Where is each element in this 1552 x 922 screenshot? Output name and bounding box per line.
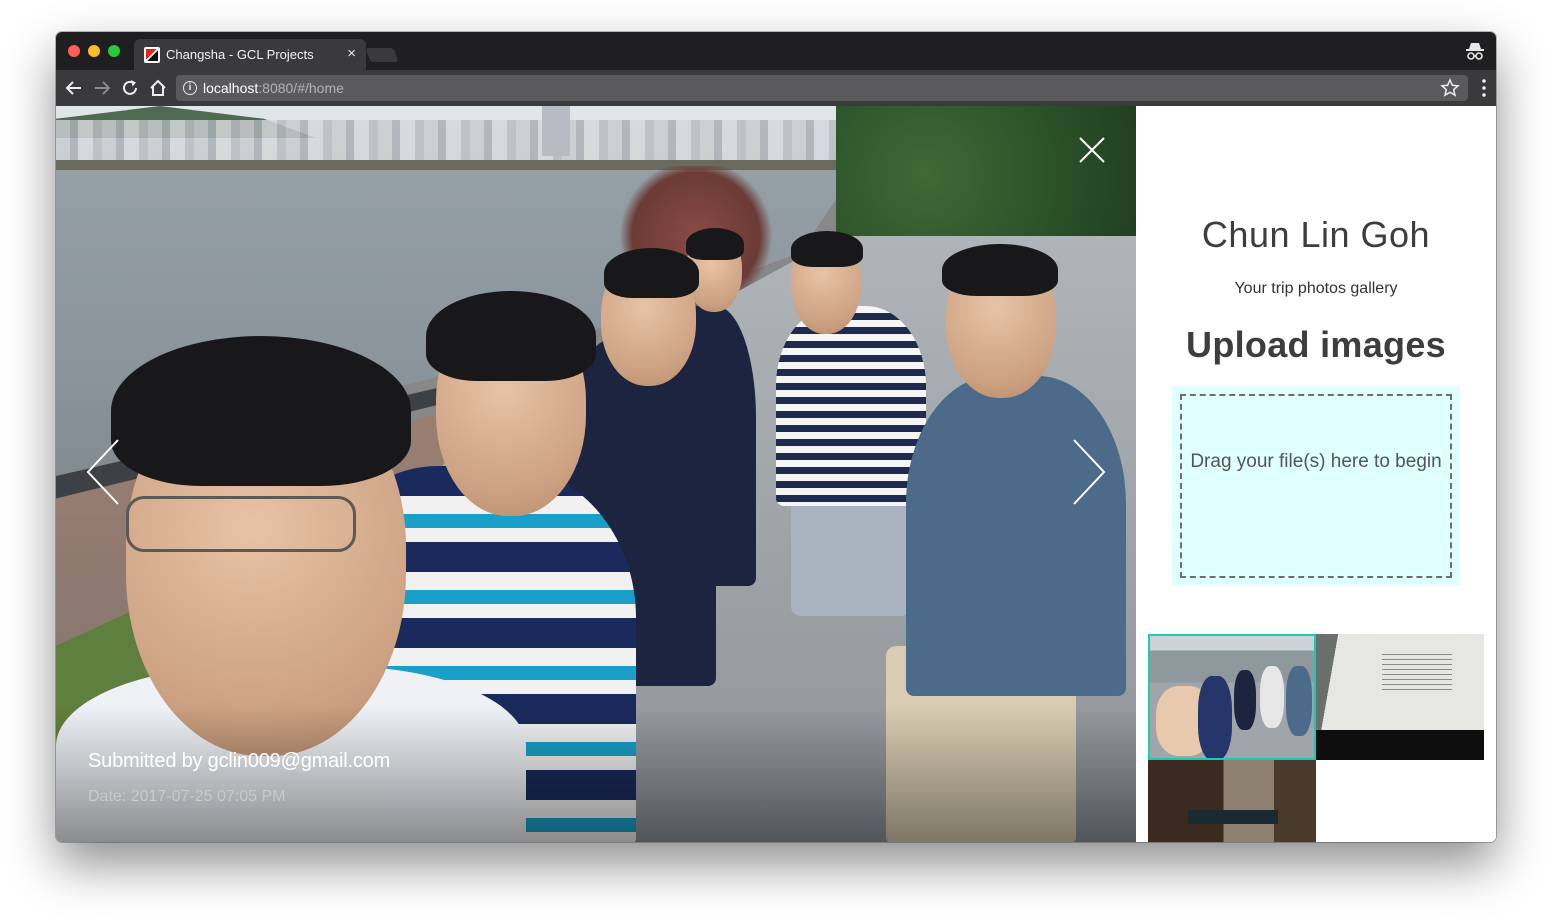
forward-icon[interactable] [90,76,114,100]
site-info-icon[interactable]: i [183,81,197,95]
reload-icon[interactable] [118,76,142,100]
thumbnail-figure [1286,666,1312,736]
person-shirt [776,306,926,506]
browser-window: Changsha - GCL Projects × i localhost:80… [56,32,1496,842]
caption-shade [56,706,1136,842]
previous-arrow-icon[interactable] [84,436,124,508]
address-bar[interactable]: i localhost:8080/#/home [176,75,1468,101]
favicon-icon [144,47,160,63]
thumbnail-table [1188,810,1278,824]
thumbnail[interactable] [1148,760,1316,842]
minimize-window-button[interactable] [88,45,100,57]
url-text[interactable]: localhost:8080/#/home [203,80,344,96]
url-host: localhost [203,80,259,96]
tab-active[interactable]: Changsha - GCL Projects × [134,39,366,70]
person-shirt [906,376,1126,696]
home-icon[interactable] [146,76,170,100]
lightbox-photo: Submitted by gclin009@gmail.com Date: 20… [56,106,1136,842]
tab-title: Changsha - GCL Projects [166,47,314,62]
person-hair [111,336,411,486]
gallery-sidebar: Chun Lin Goh Your trip photos gallery Up… [1136,106,1496,842]
close-window-button[interactable] [68,45,80,57]
back-icon[interactable] [62,76,86,100]
thumbnail-grid [1148,634,1484,842]
tab-strip: Changsha - GCL Projects × [56,32,1496,70]
upload-heading: Upload images [1186,324,1446,365]
close-icon[interactable] [1076,134,1108,166]
new-tab-button[interactable] [365,48,399,62]
next-arrow-icon[interactable] [1068,436,1108,508]
thumbnail-poster [1382,654,1452,694]
person-hair [426,291,596,381]
page-content: Submitted by gclin009@gmail.com Date: 20… [56,106,1496,842]
tab-close-icon[interactable]: × [347,45,356,63]
thumbnail[interactable] [1316,634,1484,760]
maximize-window-button[interactable] [108,45,120,57]
upload-dropzone[interactable]: Drag your file(s) here to begin [1172,386,1460,586]
person-hair [791,231,863,267]
incognito-icon [1466,43,1484,60]
person-hair [686,228,744,260]
thumbnail-figure [1198,676,1232,758]
photo-tower [542,106,570,156]
gallery-subtitle: Your trip photos gallery [1234,280,1398,297]
person-hair [604,248,699,298]
thumbnail-figure [1234,670,1256,730]
dropzone-text: Drag your file(s) here to begin [1190,451,1442,472]
browser-toolbar: i localhost:8080/#/home [56,70,1496,106]
url-path: :8080/#/home [258,80,344,96]
dropzone-border[interactable]: Drag your file(s) here to begin [1180,394,1452,578]
bookmark-star-icon[interactable] [1440,78,1460,98]
browser-menu-icon[interactable] [1482,79,1486,97]
thumbnail-selected[interactable] [1148,634,1316,760]
caption-title: Submitted by gclin009@gmail.com [88,750,391,772]
caption-date: Date: 2017-07-25 07:05 PM [88,788,286,805]
person-glasses [126,496,356,552]
thumbnail-image [1148,760,1316,842]
thumbnail-figure [1260,666,1284,728]
owner-name: Chun Lin Goh [1201,214,1431,255]
person-hair [942,244,1058,296]
